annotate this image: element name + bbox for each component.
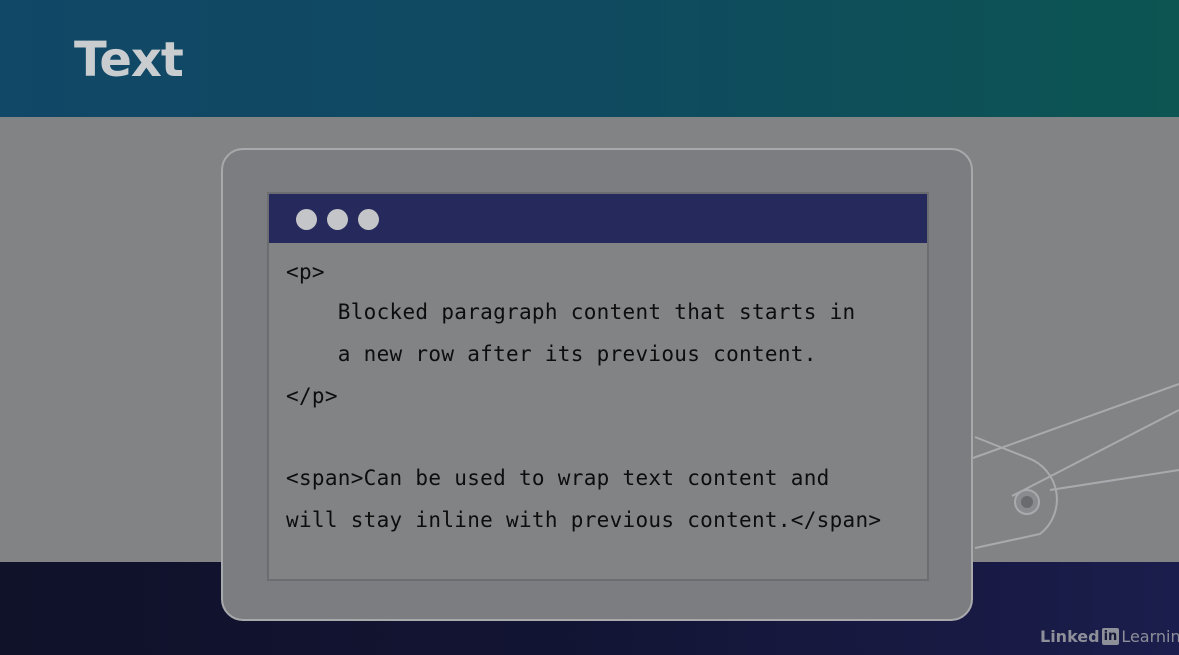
code-line: will stay inline with previous content.<… xyxy=(286,508,882,532)
code-line: </p> xyxy=(286,384,338,408)
joint-bolt xyxy=(1021,496,1033,508)
arm-back-edge xyxy=(1049,469,1179,491)
code-line: Blocked paragraph content that starts in xyxy=(286,300,856,324)
arm-upper-edge xyxy=(972,383,1179,459)
window-titlebar xyxy=(269,194,927,243)
window-dot-icon xyxy=(358,209,379,230)
code-line: <span>Can be used to wrap text content a… xyxy=(286,466,830,490)
code-line: a new row after its previous content. xyxy=(286,342,817,366)
linkedin-learning-logo: Linked in Learning xyxy=(1040,627,1179,646)
slide: Text <p> Blocked paragraph content that … xyxy=(0,0,1179,655)
window-dot-icon xyxy=(296,209,317,230)
logo-linked-text: Linked xyxy=(1040,627,1100,646)
logo-in-icon: in xyxy=(1101,628,1120,645)
slide-title: Text xyxy=(74,32,184,88)
logo-learning-text: Learning xyxy=(1121,627,1179,646)
code-line: <p> xyxy=(286,260,325,284)
window-dot-icon xyxy=(327,209,348,230)
